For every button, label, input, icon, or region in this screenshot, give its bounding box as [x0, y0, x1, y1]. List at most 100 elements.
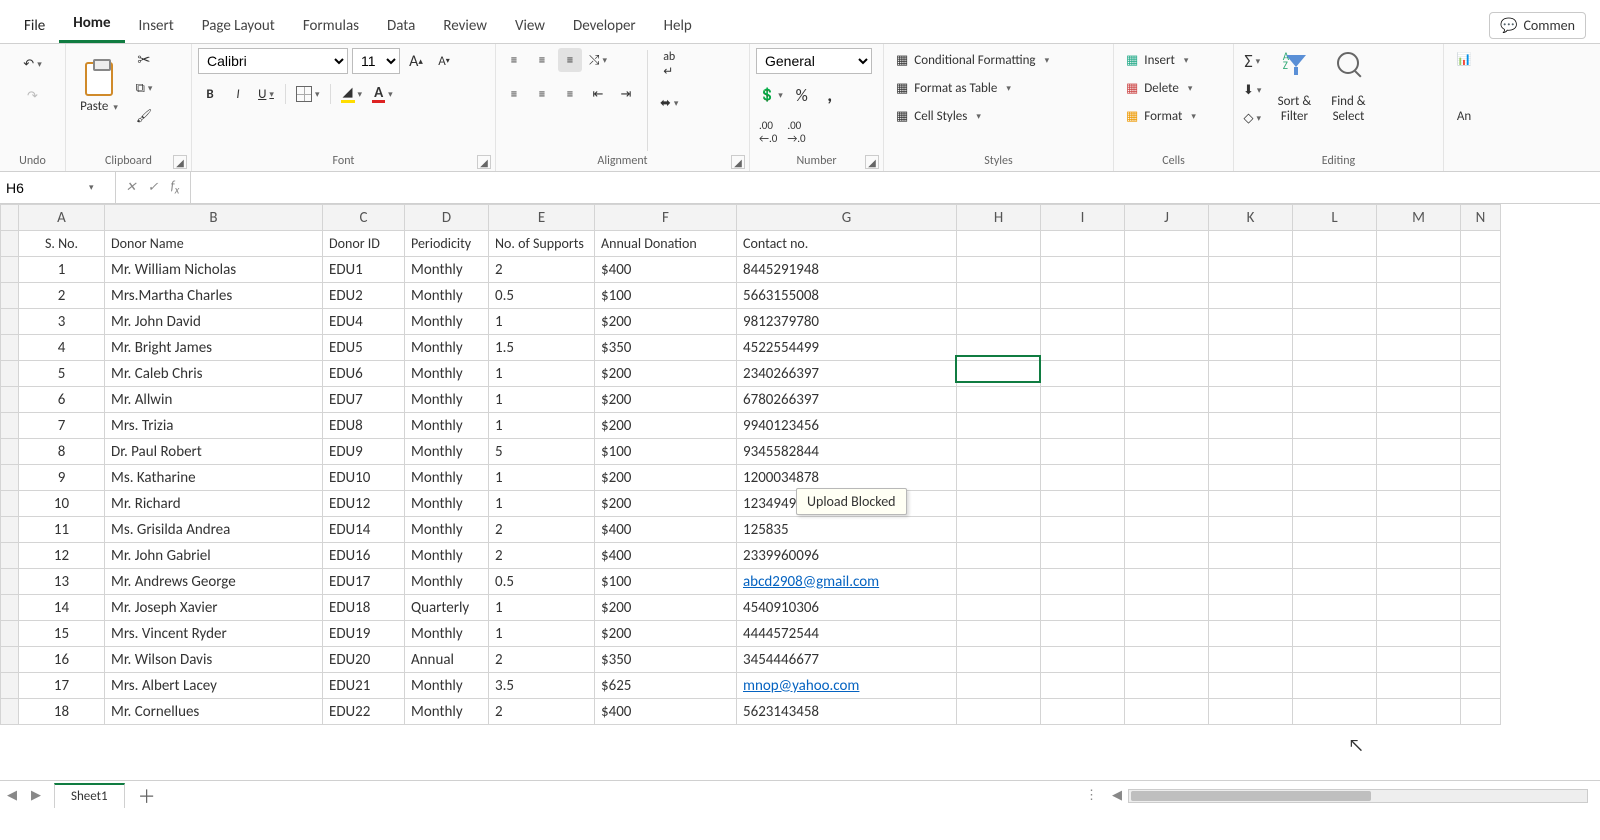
cell-N4[interactable] — [1461, 309, 1501, 335]
cell-C16[interactable]: EDU19 — [323, 621, 405, 647]
tab-review[interactable]: Review — [429, 11, 501, 43]
cell-I10[interactable] — [1041, 465, 1125, 491]
undo-button[interactable]: ↶ ▾ — [20, 52, 44, 76]
align-bottom-button[interactable]: ≡ — [558, 48, 582, 72]
cell-D17[interactable]: Annual — [405, 647, 489, 673]
cell-J12[interactable] — [1125, 517, 1209, 543]
tab-page-layout[interactable]: Page Layout — [188, 11, 289, 43]
sheet-next-button[interactable]: ▶ — [24, 788, 48, 803]
cell-B3[interactable]: Mrs.Martha Charles — [105, 283, 323, 309]
cell-H14[interactable] — [957, 569, 1041, 595]
row-header-13[interactable] — [1, 543, 19, 569]
add-sheet-button[interactable]: ＋ — [133, 783, 161, 809]
cell-L10[interactable] — [1293, 465, 1377, 491]
cell-N9[interactable] — [1461, 439, 1501, 465]
cell-I7[interactable] — [1041, 387, 1125, 413]
cell-I4[interactable] — [1041, 309, 1125, 335]
tab-view[interactable]: View — [501, 11, 559, 43]
increase-decimal-button[interactable]: .00←.0 — [756, 117, 780, 147]
cell-B12[interactable]: Ms. Grisilda Andrea — [105, 517, 323, 543]
cell-B17[interactable]: Mr. Wilson Davis — [105, 647, 323, 673]
row-header-7[interactable] — [1, 387, 19, 413]
cell-I1[interactable] — [1041, 231, 1125, 257]
cell-I18[interactable] — [1041, 673, 1125, 699]
cell-C2[interactable]: EDU1 — [323, 257, 405, 283]
insert-cells-button[interactable]: ▦Insert▾ — [1120, 48, 1220, 72]
col-header-G[interactable]: G — [737, 205, 957, 231]
cell-F10[interactable]: $200 — [595, 465, 737, 491]
cell-M4[interactable] — [1377, 309, 1461, 335]
cell-C1[interactable]: Donor ID — [323, 231, 405, 257]
cell-H9[interactable] — [957, 439, 1041, 465]
cancel-formula-button[interactable]: ✕ — [122, 180, 140, 195]
cell-L18[interactable] — [1293, 673, 1377, 699]
cell-N15[interactable] — [1461, 595, 1501, 621]
cell-G1[interactable]: Contact no. — [737, 231, 957, 257]
col-header-E[interactable]: E — [489, 205, 595, 231]
hyperlink[interactable]: abcd2908@gmail.com — [743, 573, 879, 591]
cell-K6[interactable] — [1209, 361, 1293, 387]
paste-button[interactable]: Paste ▾ — [72, 48, 126, 128]
cell-B19[interactable]: Mr. Cornellues — [105, 699, 323, 725]
cell-L1[interactable] — [1293, 231, 1377, 257]
tab-home[interactable]: Home — [59, 8, 124, 43]
cell-E19[interactable]: 2 — [489, 699, 595, 725]
cell-J7[interactable] — [1125, 387, 1209, 413]
cell-H7[interactable] — [957, 387, 1041, 413]
cell-I6[interactable] — [1041, 361, 1125, 387]
cell-D2[interactable]: Monthly — [405, 257, 489, 283]
borders-button[interactable]: ▾ — [293, 82, 323, 106]
cell-H5[interactable] — [957, 335, 1041, 361]
cell-N10[interactable] — [1461, 465, 1501, 491]
cell-M11[interactable] — [1377, 491, 1461, 517]
cell-H17[interactable] — [957, 647, 1041, 673]
cell-H16[interactable] — [957, 621, 1041, 647]
cell-M1[interactable] — [1377, 231, 1461, 257]
horizontal-scrollbar[interactable] — [1128, 789, 1588, 803]
cell-K11[interactable] — [1209, 491, 1293, 517]
cell-K18[interactable] — [1209, 673, 1293, 699]
cell-F7[interactable]: $200 — [595, 387, 737, 413]
cell-E10[interactable]: 1 — [489, 465, 595, 491]
cell-D6[interactable]: Monthly — [405, 361, 489, 387]
cell-N8[interactable] — [1461, 413, 1501, 439]
cell-M14[interactable] — [1377, 569, 1461, 595]
cell-L8[interactable] — [1293, 413, 1377, 439]
cell-D3[interactable]: Monthly — [405, 283, 489, 309]
cell-J1[interactable] — [1125, 231, 1209, 257]
cell-C9[interactable]: EDU9 — [323, 439, 405, 465]
col-header-D[interactable]: D — [405, 205, 489, 231]
cell-H12[interactable] — [957, 517, 1041, 543]
cell-J3[interactable] — [1125, 283, 1209, 309]
cell-G2[interactable]: 8445291948 — [737, 257, 957, 283]
format-as-table-button[interactable]: ▦Format as Table▾ — [890, 76, 1030, 100]
cell-I12[interactable] — [1041, 517, 1125, 543]
cell-E1[interactable]: No. of Supports — [489, 231, 595, 257]
cell-E6[interactable]: 1 — [489, 361, 595, 387]
col-header-L[interactable]: L — [1293, 205, 1377, 231]
enter-formula-button[interactable]: ✓ — [144, 180, 162, 195]
cell-I11[interactable] — [1041, 491, 1125, 517]
cell-H4[interactable] — [957, 309, 1041, 335]
col-header-H[interactable]: H — [957, 205, 1041, 231]
cell-K3[interactable] — [1209, 283, 1293, 309]
font-name-select[interactable]: Calibri — [198, 48, 348, 74]
cell-D18[interactable]: Monthly — [405, 673, 489, 699]
tab-file[interactable]: File — [10, 11, 59, 43]
cell-B5[interactable]: Mr. Bright James — [105, 335, 323, 361]
cell-J15[interactable] — [1125, 595, 1209, 621]
cell-D1[interactable]: Periodicity — [405, 231, 489, 257]
cell-N12[interactable] — [1461, 517, 1501, 543]
cell-E2[interactable]: 2 — [489, 257, 595, 283]
cell-E17[interactable]: 2 — [489, 647, 595, 673]
cell-F12[interactable]: $400 — [595, 517, 737, 543]
formula-input[interactable] — [191, 172, 1600, 203]
cell-F16[interactable]: $200 — [595, 621, 737, 647]
cell-K17[interactable] — [1209, 647, 1293, 673]
decrease-font-button[interactable]: A▾ — [432, 49, 456, 73]
row-header-8[interactable] — [1, 413, 19, 439]
cell-K9[interactable] — [1209, 439, 1293, 465]
scroll-left-button[interactable]: ◀ — [1106, 788, 1128, 803]
select-all-corner[interactable] — [1, 205, 19, 231]
fill-color-button[interactable]: ◢▾ — [338, 82, 366, 106]
